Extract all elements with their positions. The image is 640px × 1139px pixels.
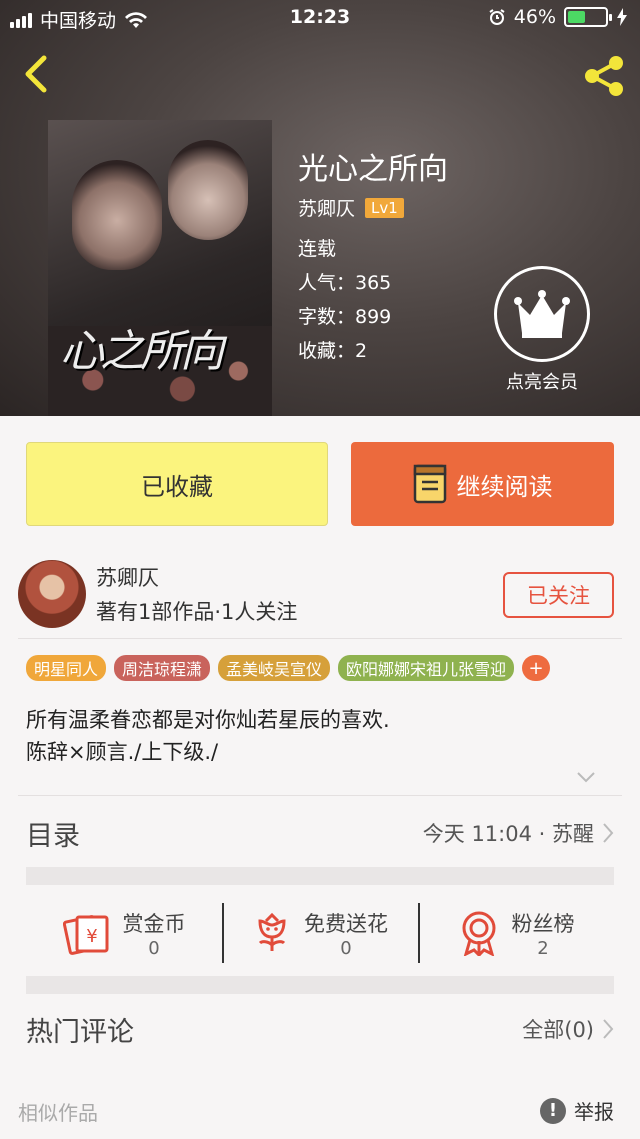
action-count: 0 xyxy=(148,937,160,959)
continue-reading-label: 继续阅读 xyxy=(456,472,553,501)
divider xyxy=(18,795,622,796)
report-button[interactable]: ! 举报 xyxy=(540,1096,614,1125)
author-stats: 著有1部作品·1人关注 xyxy=(96,600,298,624)
divider xyxy=(18,638,622,639)
status-right: 46% xyxy=(488,6,628,28)
intro-line: 所有温柔眷恋都是对你灿若星辰的喜欢. xyxy=(26,708,390,732)
alert-icon: ! xyxy=(540,1097,566,1124)
book-header: 中国移动 12:23 46% 心之所向 光心之所向 苏卿仄 Lv1 连载 人气：… xyxy=(0,0,640,416)
vip-label: 点亮会员 xyxy=(506,372,578,393)
tag[interactable]: 明星同人 xyxy=(26,655,107,681)
catalog-latest: 今天 11:04 · 苏醒 xyxy=(423,818,614,848)
cover-title: 心之所向 xyxy=(60,326,224,377)
tag-list: 明星同人 周洁琼程潇 孟美岐吴宣仪 欧阳娜娜宋祖儿张雪迎 + xyxy=(26,655,551,681)
author-name: 苏卿仄 xyxy=(96,566,159,590)
share-button[interactable] xyxy=(580,52,628,100)
action-label: 赏金币 xyxy=(122,911,186,936)
battery-icon xyxy=(564,7,612,27)
book-intro: 所有温柔眷恋都是对你灿若星辰的喜欢. 陈辞×顾言./上下级./ xyxy=(26,704,390,768)
book-cover[interactable]: 心之所向 xyxy=(48,120,272,416)
avatar[interactable] xyxy=(18,560,86,628)
latest-chapter: 今天 11:04 · 苏醒 xyxy=(422,822,594,846)
hot-comments-row[interactable]: 热门评论 全部(0) xyxy=(26,1004,614,1054)
book-status: 连载 xyxy=(298,238,337,260)
action-label: 免费送花 xyxy=(304,911,388,936)
continue-reading-button[interactable]: 继续阅读 xyxy=(351,442,614,526)
cover-figure xyxy=(72,160,162,270)
book-icon xyxy=(413,464,446,504)
support-actions: ¥ 赏金币 0 免费送花 0 粉丝榜 2 xyxy=(26,895,614,971)
tag[interactable]: 周洁琼程潇 xyxy=(114,655,211,681)
action-count: 2 xyxy=(537,937,549,959)
red-envelope-icon: ¥ xyxy=(62,915,108,955)
status-bar: 中国移动 12:23 46% xyxy=(0,0,640,38)
book-word-count: 字数：899 xyxy=(298,306,392,328)
svg-text:¥: ¥ xyxy=(86,926,97,947)
chevron-right-icon xyxy=(603,823,614,843)
follow-button[interactable]: 已关注 xyxy=(503,572,614,618)
catalog-row[interactable]: 目录 今天 11:04 · 苏醒 xyxy=(26,808,614,858)
author-card[interactable]: 苏卿仄 著有1部作品·1人关注 已关注 xyxy=(0,550,640,638)
fan-ranking-button[interactable]: 粉丝榜 2 xyxy=(418,895,614,971)
medal-icon xyxy=(462,911,495,956)
similar-works-heading: 相似作品 xyxy=(18,1101,98,1125)
report-label: 举报 xyxy=(574,1100,614,1124)
action-label: 粉丝榜 xyxy=(511,911,575,936)
tag[interactable]: 孟美岐吴宣仪 xyxy=(218,655,331,681)
chevron-down-icon[interactable] xyxy=(576,770,596,784)
alarm-icon xyxy=(489,9,505,25)
cover-figure xyxy=(168,140,248,240)
section-separator xyxy=(26,867,614,885)
hot-comments-label: 热门评论 xyxy=(26,1016,134,1048)
back-button[interactable] xyxy=(16,52,56,96)
book-title: 光心之所向 xyxy=(298,152,448,187)
catalog-label: 目录 xyxy=(26,820,80,852)
all-comments-label: 全部(0) xyxy=(522,1018,594,1042)
reward-coins-button[interactable]: ¥ 赏金币 0 xyxy=(26,895,222,971)
all-comments-link[interactable]: 全部(0) xyxy=(522,1014,614,1044)
send-flower-button[interactable]: 免费送花 0 xyxy=(222,895,418,971)
vip-button[interactable]: 点亮会员 xyxy=(494,266,590,394)
book-author-name[interactable]: 苏卿仄 xyxy=(298,194,355,221)
more-tags-button[interactable]: + xyxy=(522,655,551,681)
book-popularity: 人气：365 xyxy=(298,272,392,294)
crown-icon xyxy=(494,266,590,362)
book-favorites: 收藏：2 xyxy=(298,340,368,362)
flower-icon xyxy=(258,912,286,951)
tag[interactable]: 欧阳娜娜宋祖儿张雪迎 xyxy=(338,655,515,681)
action-count: 0 xyxy=(340,937,352,959)
intro-line: 陈辞×顾言./上下级./ xyxy=(26,740,219,764)
collected-button[interactable]: 已收藏 xyxy=(26,442,328,526)
section-separator xyxy=(26,976,614,994)
level-badge: Lv1 xyxy=(365,197,404,218)
book-author: 苏卿仄 Lv1 xyxy=(298,194,404,221)
charging-icon xyxy=(617,8,627,26)
chevron-right-icon xyxy=(603,1019,614,1039)
battery-percent: 46% xyxy=(513,6,556,28)
